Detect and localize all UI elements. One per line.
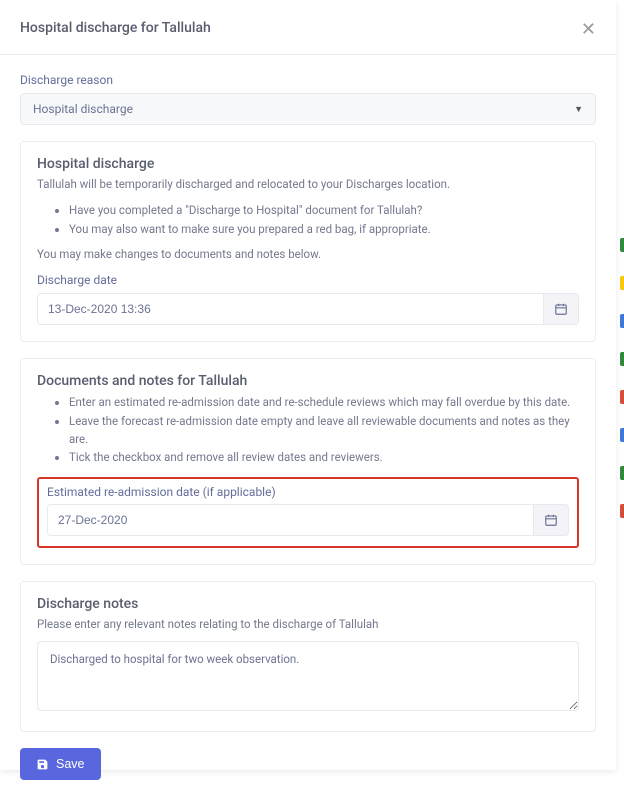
docs-card-title: Documents and notes for Tallulah: [37, 373, 579, 389]
close-button[interactable]: ✕: [581, 20, 596, 38]
modal-body: Discharge reason Hospital discharge ▼ Ho…: [0, 55, 616, 798]
edge-tab: [620, 428, 624, 442]
edge-tab: [620, 504, 624, 518]
discharge-date-picker-button[interactable]: [543, 294, 578, 324]
discharge-notes-card: Discharge notes Please enter any relevan…: [20, 581, 596, 732]
list-item: Have you completed a "Discharge to Hospi…: [69, 201, 579, 219]
edge-tab: [620, 238, 624, 252]
notes-card-title: Discharge notes: [37, 596, 579, 612]
discharge-notes-textarea[interactable]: [37, 641, 579, 711]
list-item: You may also want to make sure you prepa…: [69, 220, 579, 238]
readmission-date-input[interactable]: [48, 505, 533, 535]
list-item: Tick the checkbox and remove all review …: [69, 448, 579, 466]
notes-card-subtitle: Please enter any relevant notes relating…: [37, 616, 579, 633]
hospital-discharge-card: Hospital discharge Tallulah will be temp…: [20, 141, 596, 342]
edge-tab: [620, 466, 624, 480]
close-icon: ✕: [581, 19, 596, 39]
readmission-date-field: [47, 504, 569, 536]
save-button-label: Save: [56, 757, 85, 771]
hospital-card-title: Hospital discharge: [37, 156, 579, 172]
documents-notes-card: Documents and notes for Tallulah Enter a…: [20, 358, 596, 565]
calendar-icon: [554, 302, 568, 316]
discharge-reason-value: Hospital discharge: [33, 102, 133, 116]
discharge-date-label: Discharge date: [37, 273, 579, 287]
discharge-reason-label: Discharge reason: [20, 73, 596, 87]
list-item: Leave the forecast re-admission date emp…: [69, 412, 579, 449]
discharge-modal: Hospital discharge for Tallulah ✕ Discha…: [0, 0, 616, 770]
discharge-date-field: [37, 293, 579, 325]
readmission-highlight: Estimated re-admission date (if applicab…: [37, 477, 579, 548]
modal-header: Hospital discharge for Tallulah ✕: [0, 0, 616, 55]
discharge-reason-select[interactable]: Hospital discharge ▼: [20, 93, 596, 125]
readmission-date-picker-button[interactable]: [533, 505, 568, 535]
hospital-card-footer: You may make changes to documents and no…: [37, 246, 579, 263]
docs-card-bullets: Enter an estimated re-admission date and…: [37, 393, 579, 467]
readmission-date-label: Estimated re-admission date (if applicab…: [47, 485, 569, 499]
edge-color-tabs: [620, 238, 624, 518]
hospital-card-bullets: Have you completed a "Discharge to Hospi…: [37, 201, 579, 238]
modal-title: Hospital discharge for Tallulah: [20, 20, 211, 36]
edge-tab: [620, 314, 624, 328]
save-button[interactable]: Save: [20, 748, 101, 780]
chevron-down-icon: ▼: [574, 104, 583, 115]
edge-tab: [620, 276, 624, 290]
edge-tab: [620, 352, 624, 366]
edge-tab: [620, 390, 624, 404]
list-item: Enter an estimated re-admission date and…: [69, 393, 579, 411]
save-icon: [36, 758, 49, 771]
hospital-card-subtitle: Tallulah will be temporarily discharged …: [37, 176, 579, 193]
discharge-date-input[interactable]: [38, 294, 543, 324]
calendar-icon: [544, 513, 558, 527]
